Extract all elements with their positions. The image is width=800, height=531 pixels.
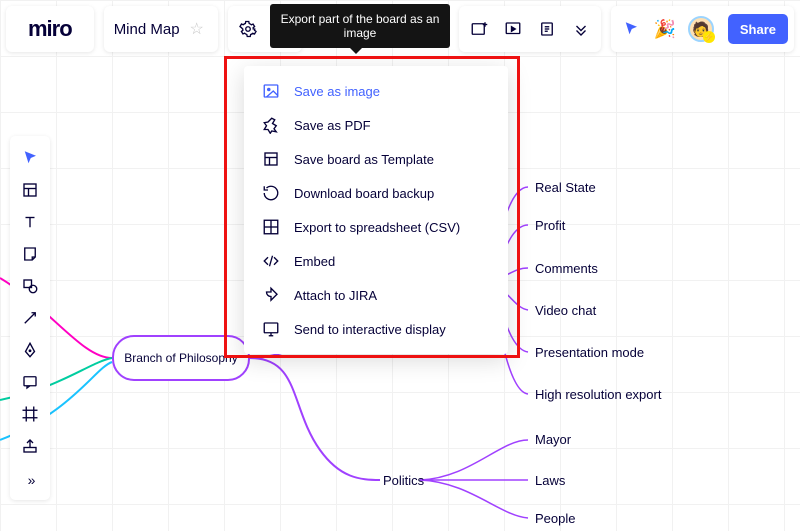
mindmap-root-node[interactable]: Branch of Philosophy xyxy=(112,335,250,381)
send-display-icon xyxy=(262,320,280,338)
menu-item-label: Embed xyxy=(294,254,335,269)
mindmap-node[interactable]: Profit xyxy=(535,218,565,233)
select-tool[interactable] xyxy=(10,142,50,174)
favorite-star-icon[interactable]: ☆ xyxy=(186,19,208,39)
shape-tool[interactable] xyxy=(10,270,50,302)
menu-item-label: Attach to JIRA xyxy=(294,288,377,303)
menu-item-label: Send to interactive display xyxy=(294,322,446,337)
save-image-icon xyxy=(262,82,280,100)
mindmap-node[interactable]: Real State xyxy=(535,180,596,195)
more-tools-icon[interactable]: » xyxy=(10,462,50,494)
export-menu-item-save-template[interactable]: Save board as Template xyxy=(244,142,508,176)
board-title[interactable]: Mind Map xyxy=(114,21,186,38)
download-backup-icon xyxy=(262,184,280,202)
export-menu: Save as image Save as PDF Save board as Te… xyxy=(244,66,508,354)
board-title-group: Mind Map ☆ xyxy=(104,6,218,52)
line-tool[interactable] xyxy=(10,302,50,334)
mindmap-node[interactable]: Video chat xyxy=(535,303,596,318)
save-template-icon xyxy=(262,150,280,168)
frame-plus-icon[interactable] xyxy=(469,19,489,39)
export-menu-item-save-image[interactable]: Save as image xyxy=(244,74,508,108)
menu-item-label: Export to spreadsheet (CSV) xyxy=(294,220,460,235)
more-chevrons-icon[interactable] xyxy=(571,19,591,39)
app-logo[interactable]: miro xyxy=(16,16,84,42)
text-tool[interactable] xyxy=(10,206,50,238)
export-csv-icon xyxy=(262,218,280,236)
save-pdf-icon xyxy=(262,116,280,134)
logo-group: miro xyxy=(6,6,94,52)
attach-jira-icon xyxy=(262,286,280,304)
cursor-icon[interactable] xyxy=(621,19,641,39)
mindmap-node[interactable]: Presentation mode xyxy=(535,345,644,360)
export-menu-item-save-pdf[interactable]: Save as PDF xyxy=(244,108,508,142)
mindmap-node[interactable]: Comments xyxy=(535,261,598,276)
user-avatar[interactable]: 🧑 xyxy=(688,16,714,42)
mindmap-node[interactable]: High resolution export xyxy=(535,387,661,402)
export-menu-item-embed[interactable]: Embed xyxy=(244,244,508,278)
pen-tool[interactable] xyxy=(10,334,50,366)
share-button[interactable]: Share xyxy=(728,14,788,44)
export-tooltip: Export part of the board as an image xyxy=(270,4,450,48)
celebrate-icon[interactable]: 🎉 xyxy=(653,19,675,40)
menu-item-label: Save as PDF xyxy=(294,118,371,133)
embed-icon xyxy=(262,252,280,270)
mindmap-node[interactable]: People xyxy=(535,511,575,526)
comment-tool[interactable] xyxy=(10,366,50,398)
export-menu-item-download-backup[interactable]: Download board backup xyxy=(244,176,508,210)
export-menu-item-attach-jira[interactable]: Attach to JIRA xyxy=(244,278,508,312)
notes-icon[interactable] xyxy=(537,19,557,39)
menu-item-label: Save as image xyxy=(294,84,380,99)
view-actions-group xyxy=(459,6,601,52)
export-menu-item-send-display[interactable]: Send to interactive display xyxy=(244,312,508,346)
frame-tool[interactable] xyxy=(10,398,50,430)
presentation-play-icon[interactable] xyxy=(503,19,523,39)
export-menu-item-export-csv[interactable]: Export to spreadsheet (CSV) xyxy=(244,210,508,244)
mindmap-node-politics[interactable]: Politics xyxy=(383,473,424,488)
settings-gear-icon[interactable] xyxy=(238,19,258,39)
collab-group: 🎉 🧑 Share xyxy=(611,6,794,52)
upload-tool[interactable] xyxy=(10,430,50,462)
menu-item-label: Save board as Template xyxy=(294,152,434,167)
menu-item-label: Download board backup xyxy=(294,186,434,201)
template-tool[interactable] xyxy=(10,174,50,206)
mindmap-node[interactable]: Laws xyxy=(535,473,565,488)
mindmap-node[interactable]: Mayor xyxy=(535,432,571,447)
root-node-label: Branch of Philosophy xyxy=(124,351,237,365)
sticky-note-tool[interactable] xyxy=(10,238,50,270)
left-toolbar: » xyxy=(10,136,50,500)
